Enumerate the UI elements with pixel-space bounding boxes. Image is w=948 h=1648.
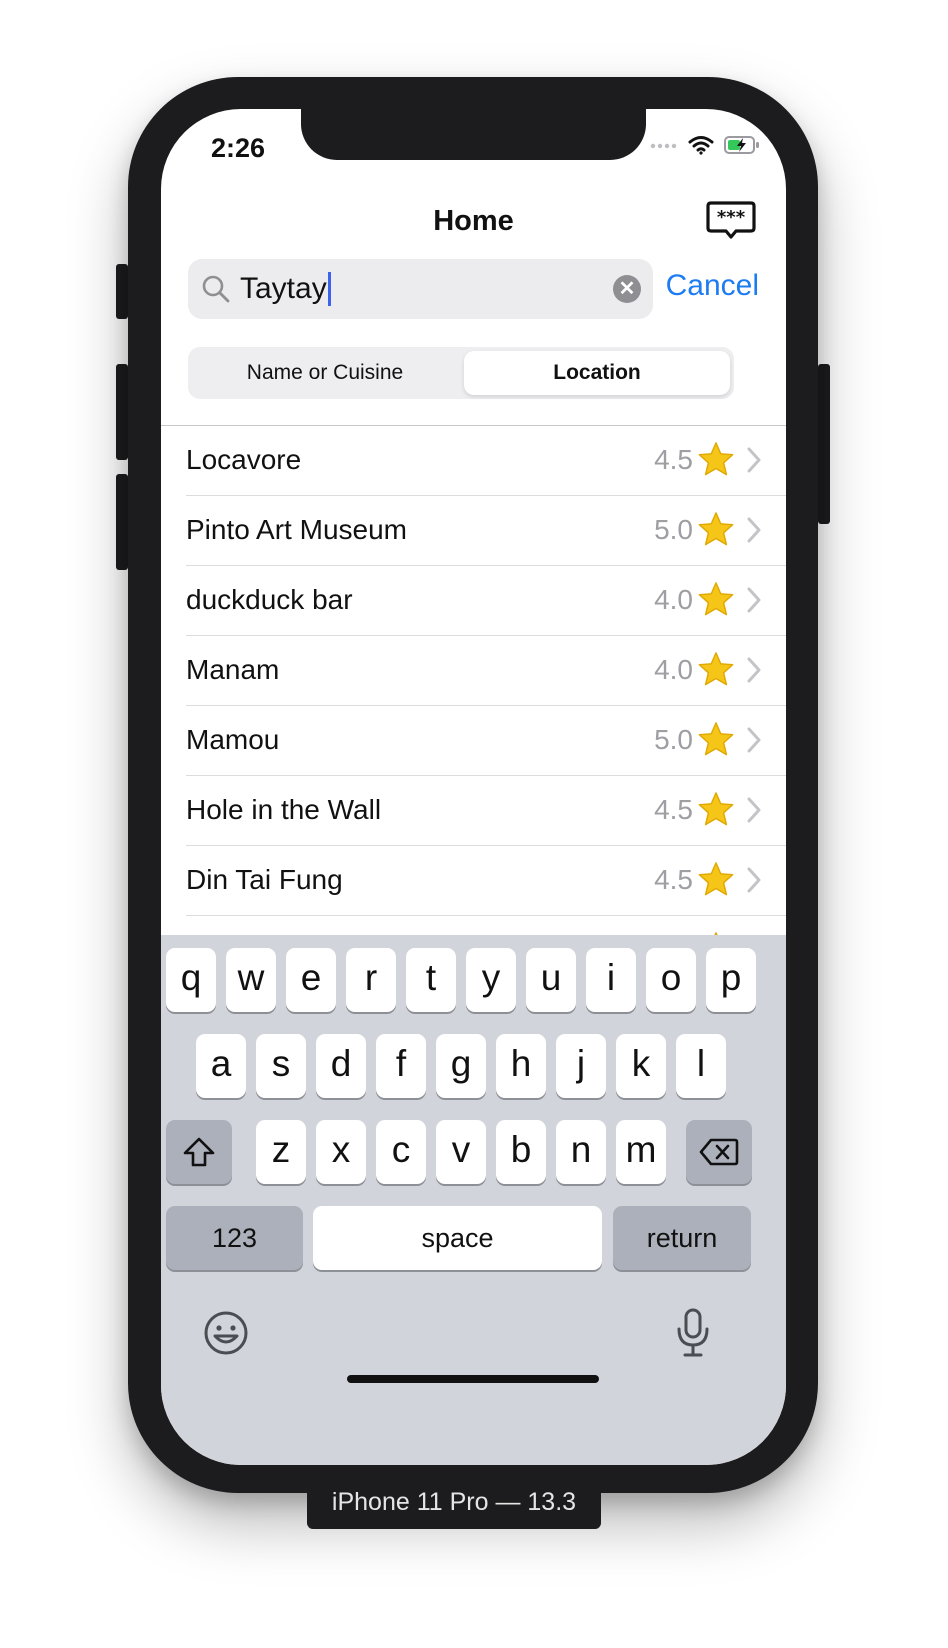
power-button [818,364,830,524]
key-e[interactable]: e [286,948,336,1012]
key-d[interactable]: d [316,1034,366,1098]
shift-arrow-icon [183,1137,215,1167]
star-icon [697,510,735,548]
key-o[interactable]: o [646,948,696,1012]
key-y[interactable]: y [466,948,516,1012]
restaurant-rating: 4.0 [654,654,693,685]
microphone-icon[interactable] [673,1307,713,1359]
restaurant-rating: 4.5 [654,444,693,475]
segment-name-or-cuisine[interactable]: Name or Cuisine [192,351,458,395]
search-query-text: Taytay [240,272,327,305]
key-u[interactable]: u [526,948,576,1012]
list-item[interactable]: Locavore 4.5 [161,426,786,496]
list-item[interactable]: duckduck bar 4.0 [161,566,786,636]
numbers-key[interactable]: 123 [166,1206,303,1270]
star-icon [697,790,735,828]
restaurant-name: Mamou [186,724,280,755]
cancel-button[interactable]: Cancel [666,269,759,303]
key-p[interactable]: p [706,948,756,1012]
restaurant-rating: 4.5 [654,794,693,825]
key-r[interactable]: r [346,948,396,1012]
restaurant-name: Hole in the Wall [186,794,382,825]
restaurant-name: Locavore [186,444,302,475]
key-z[interactable]: z [256,1120,306,1184]
key-f[interactable]: f [376,1034,426,1098]
restaurant-name: Pinto Art Museum [186,514,407,545]
star-icon [697,720,735,758]
delete-backspace-icon [699,1138,739,1166]
chevron-right-icon [747,657,761,683]
battery-charging-icon [724,136,759,154]
key-m[interactable]: m [616,1120,666,1184]
star-icon [697,440,735,478]
restaurant-rating: 5.0 [654,724,693,755]
star-icon [697,650,735,688]
space-key[interactable]: space [313,1206,602,1270]
chevron-right-icon [747,447,761,473]
key-j[interactable]: j [556,1034,606,1098]
svg-text:***: *** [717,207,746,228]
key-n[interactable]: n [556,1120,606,1184]
device-label: iPhone 11 Pro — 13.3 [307,1475,601,1529]
key-t[interactable]: t [406,948,456,1012]
phone-screen: 2:26 Home *** Taytay ✕ Cancel Name or Cu… [161,109,786,1465]
key-k[interactable]: k [616,1034,666,1098]
search-scope-control: Name or Cuisine Location [188,347,734,399]
wifi-icon [688,136,714,155]
restaurant-rating: 5.0 [654,514,693,545]
restaurant-name: Manam [186,654,280,685]
chevron-right-icon [747,517,761,543]
key-v[interactable]: v [436,1120,486,1184]
list-item[interactable]: Din Tai Fung 4.5 [161,846,786,916]
volume-up-button [116,364,128,460]
key-l[interactable]: l [676,1034,726,1098]
key-x[interactable]: x [316,1120,366,1184]
key-w[interactable]: w [226,948,276,1012]
key-q[interactable]: q [166,948,216,1012]
chevron-right-icon [747,867,761,893]
search-input[interactable]: Taytay [240,272,331,306]
status-icons [650,135,760,155]
key-s[interactable]: s [256,1034,306,1098]
status-time: 2:26 [211,133,266,163]
list-item[interactable]: Mamou 5.0 [161,706,786,776]
segment-location[interactable]: Location [464,351,730,395]
mute-switch [116,264,128,319]
key-b[interactable]: b [496,1120,546,1184]
star-icon [697,860,735,898]
nav-title: Home [433,205,514,237]
list-item[interactable]: Manam 4.0 [161,636,786,706]
clear-search-icon[interactable]: ✕ [613,275,641,303]
restaurant-rating: 4.0 [654,584,693,615]
key-a[interactable]: a [196,1034,246,1098]
key-c[interactable]: c [376,1120,426,1184]
search-icon [202,275,230,303]
notch [301,109,646,160]
delete-key[interactable] [686,1120,752,1184]
keyboard: q w e r t y u i o p a s d f g h j k l z x c v b n m 123 space return [161,935,786,1465]
return-key[interactable]: return [613,1206,751,1270]
chevron-right-icon [747,727,761,753]
list-item[interactable]: Hole in the Wall 4.5 [161,776,786,846]
chevron-right-icon [747,587,761,613]
search-field[interactable]: Taytay ✕ [188,259,653,319]
key-g[interactable]: g [436,1034,486,1098]
restaurant-name: duckduck bar [186,584,353,615]
key-h[interactable]: h [496,1034,546,1098]
star-icon [697,580,735,618]
key-i[interactable]: i [586,948,636,1012]
restaurant-rating: 4.5 [654,864,693,895]
emoji-icon[interactable] [203,1310,249,1356]
restaurant-list: Locavore 4.5 Pinto Art Museum 5.0 duckduck b… [161,426,786,986]
signal-dots-icon [650,143,677,149]
chevron-right-icon [747,797,761,823]
home-indicator[interactable] [347,1375,599,1383]
list-item[interactable]: Pinto Art Museum 5.0 [161,496,786,566]
restaurant-name: Din Tai Fung [186,864,343,895]
shift-key[interactable] [166,1120,232,1184]
chat-bubble-icon[interactable]: *** [706,201,756,241]
volume-down-button [116,474,128,570]
text-caret [327,272,331,306]
